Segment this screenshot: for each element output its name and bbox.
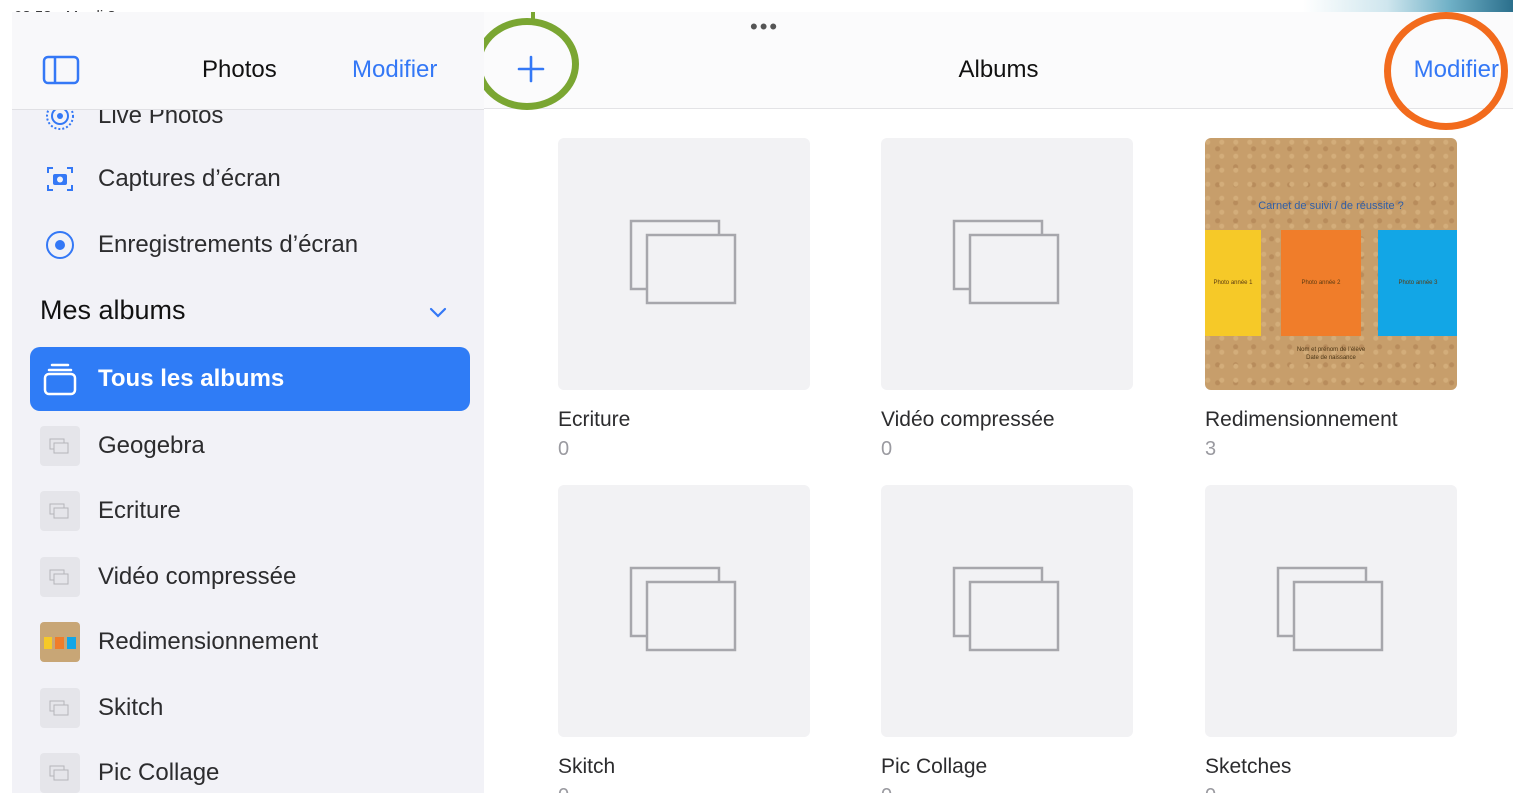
section-title-my-albums: Mes albums [40,295,186,325]
album-cover-placeholder [1205,485,1457,737]
album-cover-placeholder [558,138,810,390]
album-card-redimensionnement[interactable]: Carnet de suivi / de réussite ? Photo an… [1205,138,1457,461]
album-placeholder-icon [40,557,80,597]
album-card-sketches[interactable]: Sketches 0 [1205,485,1457,793]
album-placeholder-thumb [40,688,80,728]
main-header: ••• Albums Modifier [484,12,1513,109]
album-cover-placeholder [558,485,810,737]
album-placeholder-icon [40,753,80,793]
screen-recording-icon [40,225,80,265]
album-card-skitch[interactable]: Skitch 0 [558,485,810,793]
album-placeholder-icon [40,688,80,728]
album-count: 0 [558,785,810,793]
sidebar-item-screenshots[interactable]: Captures d’écran [30,151,470,207]
album-placeholder-thumb [40,426,80,466]
sidebar: Photos Modifier Live Photos Photos Modif… [12,12,484,793]
thumbnail-footer-line: Nom et prénom de l’élève [1296,347,1366,353]
page-title: Albums [958,56,1039,83]
album-count: 0 [558,438,570,460]
backdrop-left [0,0,12,793]
album-cover-placeholder [881,485,1133,737]
thumbnail-title: Carnet de suivi / de réussite ? [1258,200,1404,212]
album-name: Redimensionnement [1205,408,1398,431]
thumbnail-footer: Nom et prénom de l’élève Date de naissan… [1205,346,1457,362]
album-placeholder-icon [952,219,1060,305]
sidebar-item-label: Vidéo compressée [98,563,297,590]
album-count: 0 [1205,785,1457,793]
sidebar-item-label: Captures d’écran [98,165,281,192]
sidebar-item-label: Enregistrements d’écran [98,231,359,258]
album-thumbnail [40,622,80,662]
album-placeholder-thumb [40,753,80,793]
thumbnail-card-yellow: Photo année 1 [1205,230,1261,336]
annotation-green-line [531,12,535,22]
album-cover-placeholder [881,138,1133,390]
sidebar-item-label: Pic Collage [98,759,220,786]
album-count: 0 [881,785,1133,793]
albums-stack-icon [40,359,80,399]
thumbnail-card-blue: Photo année 3 [1378,230,1457,336]
screenshot-icon [40,159,80,199]
sidebar-item-video-compressee[interactable]: Vidéo compressée [30,549,470,605]
album-card-pic-collage[interactable]: Pic Collage 0 [881,485,1133,793]
sidebar-item-redimensionnement[interactable]: Redimensionnement [30,614,470,670]
album-cover-image: Carnet de suivi / de réussite ? Photo an… [1205,138,1457,390]
album-count: 0 [881,438,893,460]
sidebar-item-geogebra[interactable]: Geogebra [30,418,470,474]
chevron-down-icon[interactable] [428,304,448,320]
wallpaper-decoration [1093,0,1513,12]
album-name: Skitch [558,755,616,778]
album-placeholder-thumb [40,557,80,597]
sidebar-item-all-albums[interactable]: Tous les albums [30,347,470,411]
sidebar-item-label: Tous les albums [98,365,285,392]
sidebar-item-label: Geogebra [98,432,205,459]
album-name: Sketches [1205,755,1292,778]
album-name: Pic Collage [881,755,988,778]
edit-button[interactable]: Modifier [1414,56,1499,84]
sidebar-item-ecriture[interactable]: Ecriture [30,483,470,539]
album-name: Ecriture [558,408,631,431]
more-dots-icon[interactable]: ••• [750,14,779,40]
album-placeholder-icon [1276,566,1384,652]
album-placeholder-icon [952,566,1060,652]
album-placeholder-icon [629,219,737,305]
album-count: 3 [1205,438,1217,460]
sidebar-title-label: Photos [202,56,277,83]
album-thumbnail-cork-board: Carnet de suivi / de réussite ? Photo an… [1205,138,1457,390]
thumbnail-card-orange: Photo année 2 [1281,230,1361,336]
sidebar-toggle-button[interactable] [42,55,80,90]
album-placeholder-thumb [40,491,80,531]
sidebar-modifier-button[interactable]: Modifier [352,56,437,84]
album-placeholder-icon [40,426,80,466]
sidebar-item-screen-recordings[interactable]: Enregistrements d’écran [30,217,470,273]
sidebar-item-label: Ecriture [98,497,181,524]
sidebar-item-pic-collage[interactable]: Pic Collage [30,745,470,793]
thumbnail-footer-line: Date de naissance [1306,355,1356,361]
album-card-video-compressee[interactable]: Vidéo compressée 0 [881,138,1133,461]
sidebar-item-skitch[interactable]: Skitch [30,680,470,736]
album-thumbnail-image [40,622,80,662]
sidebar-item-label: Skitch [98,694,164,721]
sidebar-item-label: Redimensionnement [98,628,319,655]
album-name: Vidéo compressée [881,408,1055,431]
main-content: ••• Albums Modifier Ecriture 0 Vidéo com… [484,12,1513,793]
album-placeholder-icon [40,491,80,531]
album-card-ecriture[interactable]: Ecriture 0 [558,138,810,461]
album-placeholder-icon [629,566,737,652]
